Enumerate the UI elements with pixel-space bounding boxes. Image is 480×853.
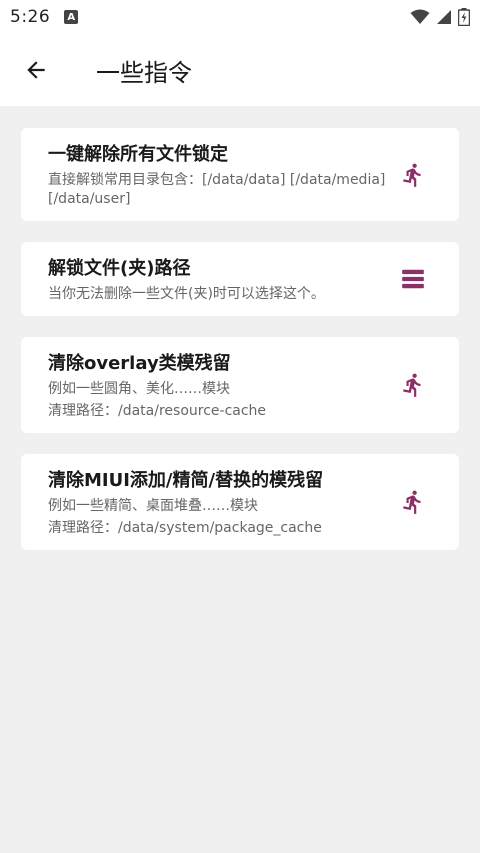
command-card-clear-overlay[interactable]: 清除overlay类模残留 例如一些圆角、美化……模块 清理路径：/data/r… [21,337,459,433]
battery-icon [458,8,470,26]
wifi-icon [410,9,430,24]
card-description: 例如一些圆角、美化……模块 [48,381,230,397]
page-title: 一些指令 [96,58,192,87]
status-icons [410,8,470,26]
command-card-unlock-all[interactable]: 一键解除所有文件锁定 直接解锁常用目录包含：[/data/data] [/dat… [21,128,459,221]
menu-icon[interactable] [399,265,427,293]
command-card-unlock-path[interactable]: 解锁文件(夹)路径 当你无法删除一些文件(夹)时可以选择这个。 [21,242,459,316]
status-time: 5:26 [10,7,51,27]
app-bar: 一些指令 [0,34,480,106]
card-title: 一键解除所有文件锁定 [48,144,228,165]
card-title: 清除overlay类模残留 [48,353,231,374]
card-description: 直接解锁常用目录包含：[/data/data] [/data/media] [/… [48,172,386,207]
card-path: 清理路径：/data/system/package_cache [48,520,322,536]
back-button[interactable] [0,34,72,106]
card-title: 解锁文件(夹)路径 [48,258,191,279]
card-description: 例如一些精简、桌面堆叠……模块 [48,498,258,514]
command-list: 一键解除所有文件锁定 直接解锁常用目录包含：[/data/data] [/dat… [21,128,459,571]
notification-icon: A [64,10,79,24]
card-title: 清除MIUI添加/精简/替换的模残留 [48,470,324,491]
card-description: 当你无法删除一些文件(夹)时可以选择这个。 [48,286,325,302]
card-path: 清理路径：/data/resource-cache [48,403,267,419]
run-icon[interactable] [399,161,427,189]
command-card-clear-miui[interactable]: 清除MIUI添加/精简/替换的模残留 例如一些精简、桌面堆叠……模块 清理路径：… [21,454,459,550]
arrow-back-icon [27,61,45,79]
status-bar: 5:26 A [0,0,480,34]
signal-icon [437,10,451,24]
run-icon[interactable] [399,488,427,516]
run-icon[interactable] [399,371,427,399]
